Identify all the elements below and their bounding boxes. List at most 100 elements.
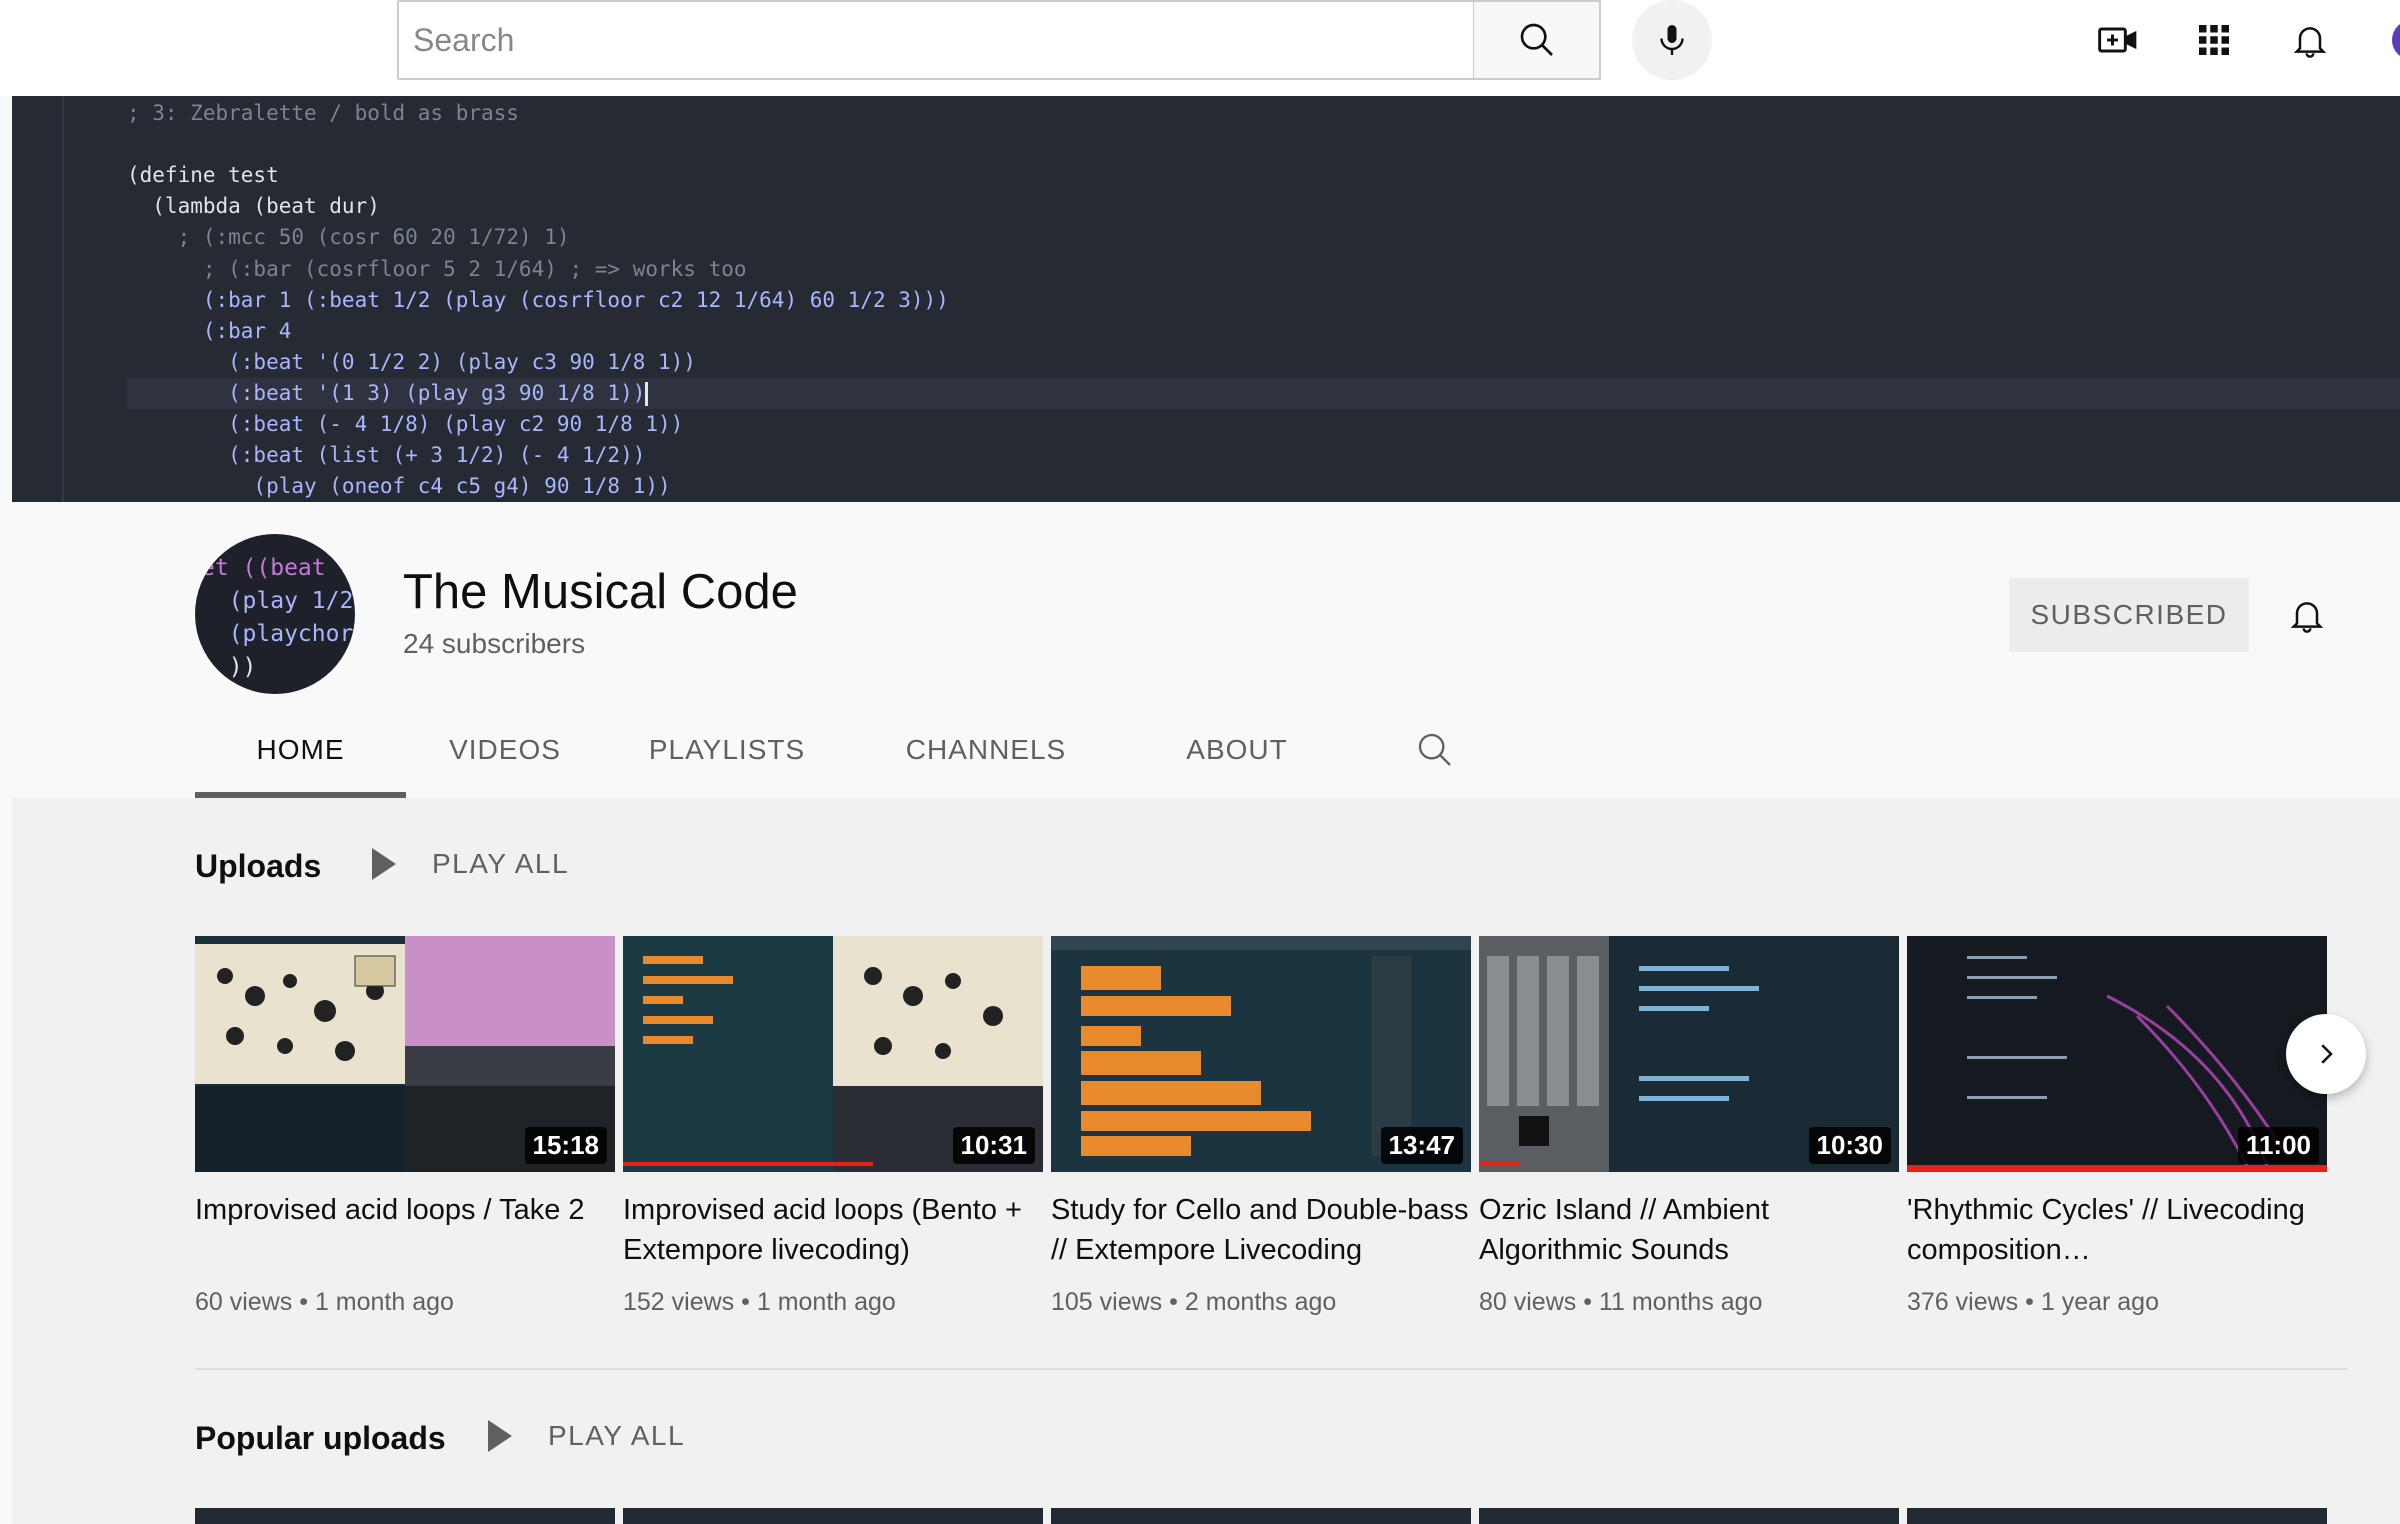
view-count: 376 views — [1907, 1288, 2019, 1316]
avatar-code-line: )) — [201, 654, 257, 680]
video-thumbnail[interactable]: 10:31 — [623, 936, 1043, 1172]
create-button[interactable] — [2088, 10, 2148, 70]
popular-video-thumbnail[interactable] — [1051, 1508, 1471, 1524]
video-duration: 10:30 — [1808, 1127, 1891, 1164]
video-card[interactable]: 10:30 Ozric Island // Ambient Algorithmi… — [1479, 936, 1899, 1317]
video-card[interactable]: 10:31 Improvised acid loops (Bento + Ext… — [623, 936, 1043, 1317]
carousel-next-button[interactable] — [2286, 1014, 2366, 1094]
meta-separator: • — [741, 1288, 750, 1316]
avatar-code-line: (play 1/2 — [201, 588, 354, 614]
popular-video-thumbnail[interactable] — [1479, 1508, 1899, 1524]
apps-grid-icon — [2199, 25, 2229, 55]
channel-avatar: et ((beat (play 1/2 (playchor )) — [195, 534, 355, 694]
tab-home[interactable]: HOME — [195, 702, 406, 798]
meta-separator: • — [1583, 1288, 1592, 1316]
view-count: 80 views — [1479, 1288, 1577, 1316]
tab-about[interactable]: ABOUT — [1122, 702, 1352, 798]
play-all-label: PLAY ALL — [548, 1420, 686, 1451]
avatar-code-line: et ((beat — [201, 555, 326, 581]
video-thumbnail[interactable]: 15:18 — [195, 936, 615, 1172]
apps-button[interactable] — [2184, 10, 2244, 70]
bell-icon — [2290, 602, 2324, 633]
video-thumbnail[interactable]: 10:30 — [1479, 936, 1899, 1172]
popular-play-all-button[interactable]: PLAY ALL — [488, 1420, 685, 1452]
section-divider — [195, 1368, 2347, 1370]
video-card[interactable]: 13:47 Study for Cello and Double-bass //… — [1051, 936, 1471, 1317]
subscribed-button[interactable]: SUBSCRIBED — [2009, 578, 2249, 652]
meta-separator: • — [1169, 1288, 1178, 1316]
masthead — [0, 0, 2400, 96]
play-icon — [488, 1420, 512, 1452]
search-icon — [1418, 733, 1451, 766]
code-line: ; 3: Zebralette / bold as brass — [127, 101, 519, 125]
text-cursor — [645, 382, 649, 406]
video-title[interactable]: Improvised acid loops (Bento + Extempore… — [623, 1190, 1043, 1270]
channel-home-content: Uploads PLAY ALL 15:18 Improvised acid l… — [12, 798, 2400, 1524]
uploads-play-all-button[interactable]: PLAY ALL — [372, 848, 569, 880]
video-card[interactable]: 15:18 Improvised acid loops / Take 2 60 … — [195, 936, 615, 1317]
channel-name: The Musical Code — [403, 565, 798, 619]
uploads-heading[interactable]: Uploads — [195, 848, 321, 885]
meta-separator: • — [2025, 1288, 2034, 1316]
view-count: 152 views — [623, 1288, 735, 1316]
notifications-button[interactable] — [2280, 10, 2340, 70]
upload-age: 2 months ago — [1184, 1288, 1337, 1316]
upload-age: 1 month ago — [314, 1288, 454, 1316]
video-thumbnail[interactable]: 13:47 — [1051, 936, 1471, 1172]
popular-uploads-heading[interactable]: Popular uploads — [195, 1420, 446, 1457]
video-duration: 13:47 — [1380, 1127, 1463, 1164]
play-icon — [372, 848, 396, 880]
upload-age: 1 year ago — [2040, 1288, 2159, 1316]
popular-video-thumbnail[interactable] — [1907, 1508, 2327, 1524]
video-meta: 105 views • 2 months ago — [1051, 1288, 1471, 1317]
meta-separator: • — [299, 1288, 308, 1316]
video-duration: 15:18 — [524, 1127, 607, 1164]
channel-banner: ; 3: Zebralette / bold as brass (define … — [12, 96, 2400, 502]
code-line: (:beat (- 4 1/8) (play c2 90 1/8 1)) — [127, 412, 684, 436]
video-title[interactable]: Ozric Island // Ambient Algorithmic Soun… — [1479, 1190, 1899, 1270]
search-icon — [1520, 23, 1553, 56]
create-video-icon — [2098, 27, 2137, 53]
video-title[interactable]: Improvised acid loops / Take 2 — [195, 1190, 615, 1270]
code-line: (:beat '(0 1/2 2) (play c3 90 1/8 1)) — [127, 350, 696, 374]
video-meta: 60 views • 1 month ago — [195, 1288, 615, 1317]
tab-playlists[interactable]: PLAYLISTS — [604, 702, 850, 798]
tab-channels[interactable]: CHANNELS — [850, 702, 1122, 798]
avatar-code-line: (playchor — [201, 621, 354, 647]
upload-age: 1 month ago — [756, 1288, 896, 1316]
voice-search-button[interactable] — [1632, 0, 1712, 80]
video-duration: 11:00 — [2237, 1127, 2319, 1164]
video-card[interactable]: 11:00 'Rhythmic Cycles' // Livecoding co… — [1907, 936, 2327, 1317]
subscriber-count: 24 subscribers — [403, 628, 586, 659]
code-line-text: (:beat '(1 3) (play g3 90 1/8 1)) — [127, 381, 646, 405]
notifications-bell-icon — [2293, 27, 2327, 58]
editor-gutter — [62, 96, 64, 502]
video-meta: 80 views • 11 months ago — [1479, 1288, 1899, 1317]
popular-video-thumbnail[interactable] — [623, 1508, 1043, 1524]
notification-preferences-button[interactable] — [2282, 590, 2332, 640]
tab-videos[interactable]: VIDEOS — [406, 702, 604, 798]
view-count: 60 views — [195, 1288, 293, 1316]
play-all-label: PLAY ALL — [432, 848, 570, 879]
upload-age: 11 months ago — [1598, 1288, 1763, 1316]
popular-video-thumbnail[interactable] — [195, 1508, 615, 1524]
code-line: (:beat (list (+ 3 1/2) (- 4 1/2)) — [127, 443, 646, 467]
code-line: (play (oneof c4 c5 g4) 90 1/8 1)) — [127, 474, 671, 498]
video-meta: 376 views • 1 year ago — [1907, 1288, 2327, 1317]
chevron-right-icon — [2321, 1044, 2333, 1064]
video-thumbnail[interactable]: 11:00 — [1907, 936, 2327, 1172]
search-input[interactable] — [399, 2, 1475, 78]
code-line: ; (:mcc 50 (cosr 60 20 1/72) 1) — [127, 225, 570, 249]
search-button[interactable] — [1473, 0, 1601, 80]
video-title[interactable]: 'Rhythmic Cycles' // Livecoding composit… — [1907, 1190, 2327, 1270]
code-line: (:bar 4 — [127, 319, 292, 343]
code-line: (lambda (beat dur) — [127, 194, 380, 218]
video-title[interactable]: Study for Cello and Double-bass // Extem… — [1051, 1190, 1471, 1270]
video-duration: 10:31 — [952, 1127, 1035, 1164]
channel-header: et ((beat (play 1/2 (playchor )) The Mus… — [12, 502, 2400, 798]
account-avatar[interactable] — [2392, 20, 2400, 60]
code-line: (:bar 1 (:beat 1/2 (play (cosrfloor c2 1… — [127, 288, 949, 312]
video-meta: 152 views • 1 month ago — [623, 1288, 1043, 1317]
mic-icon — [1660, 25, 1684, 55]
tab-search[interactable] — [1395, 702, 1475, 798]
